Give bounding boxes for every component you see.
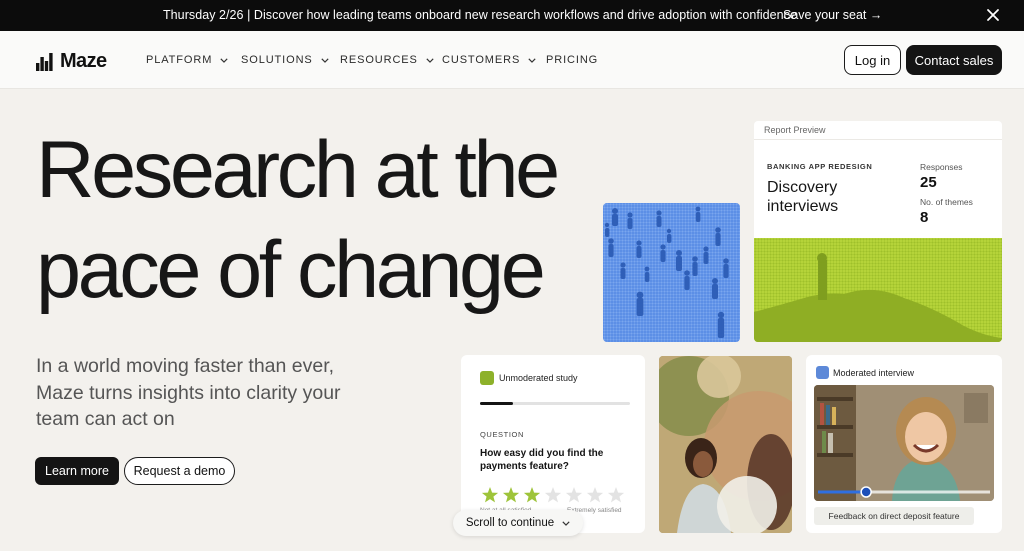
main-nav: Maze PLATFORM SOLUTIONS RESOURCES CUSTOM… [0, 31, 1024, 89]
star-rating[interactable] [481, 486, 627, 504]
report-study-name: Discovery interviews [767, 179, 839, 215]
study-icon [480, 371, 494, 385]
chevron-down-icon [528, 57, 536, 63]
hero-subtitle: In a world moving faster than ever, Maze… [36, 355, 341, 430]
moderated-interview-card[interactable]: Moderated interview Feedback on direct d… [806, 355, 1002, 533]
nav-resources-label: RESOURCES [340, 54, 418, 66]
question-text: How easy did you find the payments featu… [480, 448, 604, 472]
nav-solutions[interactable]: SOLUTIONS [241, 54, 329, 66]
study-tag: Unmoderated study [499, 373, 578, 383]
crowd-image-tile [603, 203, 740, 342]
nav-resources[interactable]: RESOURCES [340, 54, 434, 66]
nav-customers-label: CUSTOMERS [442, 54, 521, 66]
crowd-illustration [604, 206, 729, 338]
star-filled-icon[interactable] [523, 487, 541, 503]
video-caption: Feedback on direct deposit feature [814, 507, 974, 525]
study-progress-bar [480, 402, 630, 405]
question-label: QUESTION [480, 430, 524, 439]
close-icon[interactable] [984, 6, 1002, 24]
unmoderated-study-card[interactable]: Unmoderated study QUESTION How easy did … [461, 355, 645, 533]
nav-platform[interactable]: PLATFORM [146, 54, 228, 66]
maze-logo-icon [36, 52, 53, 71]
hero-title-line-1: Research at the [36, 125, 560, 215]
star-empty-icon[interactable] [565, 487, 583, 503]
report-divider [754, 139, 1002, 140]
star-filled-icon[interactable] [481, 487, 499, 503]
report-project-name: BANKING APP REDESIGN [767, 162, 873, 171]
maze-logo[interactable]: Maze [36, 50, 107, 73]
announcement-message: Thursday 2/26 | Discover how leading tea… [163, 8, 797, 22]
nav-pricing-label: PRICING [546, 54, 599, 66]
star-empty-icon[interactable] [544, 487, 562, 503]
report-preview-label: Report Preview [764, 125, 826, 135]
responses-label: Responses [920, 162, 963, 172]
study-progress-fill [480, 402, 513, 405]
star-empty-icon[interactable] [607, 487, 625, 503]
hero-title: Research at the pace of change [36, 120, 596, 320]
report-artwork [754, 238, 1002, 342]
nav-solutions-label: SOLUTIONS [241, 54, 313, 66]
scroll-to-continue[interactable]: Scroll to continue [453, 510, 583, 536]
hill-silhouette [754, 253, 1002, 342]
photo-illustration [659, 356, 792, 533]
nav-pricing[interactable]: PRICING [546, 54, 598, 66]
learn-more-button[interactable]: Learn more [35, 457, 119, 485]
chevron-down-icon [321, 57, 329, 63]
contact-sales-button[interactable]: Contact sales [906, 45, 1002, 75]
report-preview-card[interactable]: Report Preview BANKING APP REDESIGN Disc… [754, 121, 1002, 342]
login-button[interactable]: Log in [844, 45, 901, 75]
chevron-down-icon [220, 57, 228, 63]
interview-video[interactable] [814, 385, 994, 501]
scroll-label: Scroll to continue [465, 517, 555, 529]
chevron-down-icon [426, 57, 434, 63]
star-empty-icon[interactable] [586, 487, 604, 503]
scrubber-handle[interactable] [860, 486, 872, 498]
star-filled-icon[interactable] [502, 487, 520, 503]
hero-title-line-2: pace of change [36, 225, 546, 315]
request-demo-button[interactable]: Request a demo [124, 457, 235, 485]
responses-value: 25 [920, 174, 937, 191]
moderated-tag: Moderated interview [833, 368, 915, 378]
nav-customers[interactable]: CUSTOMERS [442, 54, 536, 66]
themes-value: 8 [920, 209, 929, 226]
themes-label: No. of themes [920, 197, 973, 207]
announcement-bar: Thursday 2/26 | Discover how leading tea… [0, 0, 1024, 31]
video-scrubber[interactable] [814, 385, 994, 501]
participant-photo [659, 356, 792, 533]
chevron-down-icon [562, 520, 570, 526]
save-seat-link[interactable]: Save your seat → [783, 8, 882, 22]
nav-platform-label: PLATFORM [146, 54, 213, 66]
user-icon [816, 366, 829, 379]
logo-text: Maze [60, 50, 107, 72]
